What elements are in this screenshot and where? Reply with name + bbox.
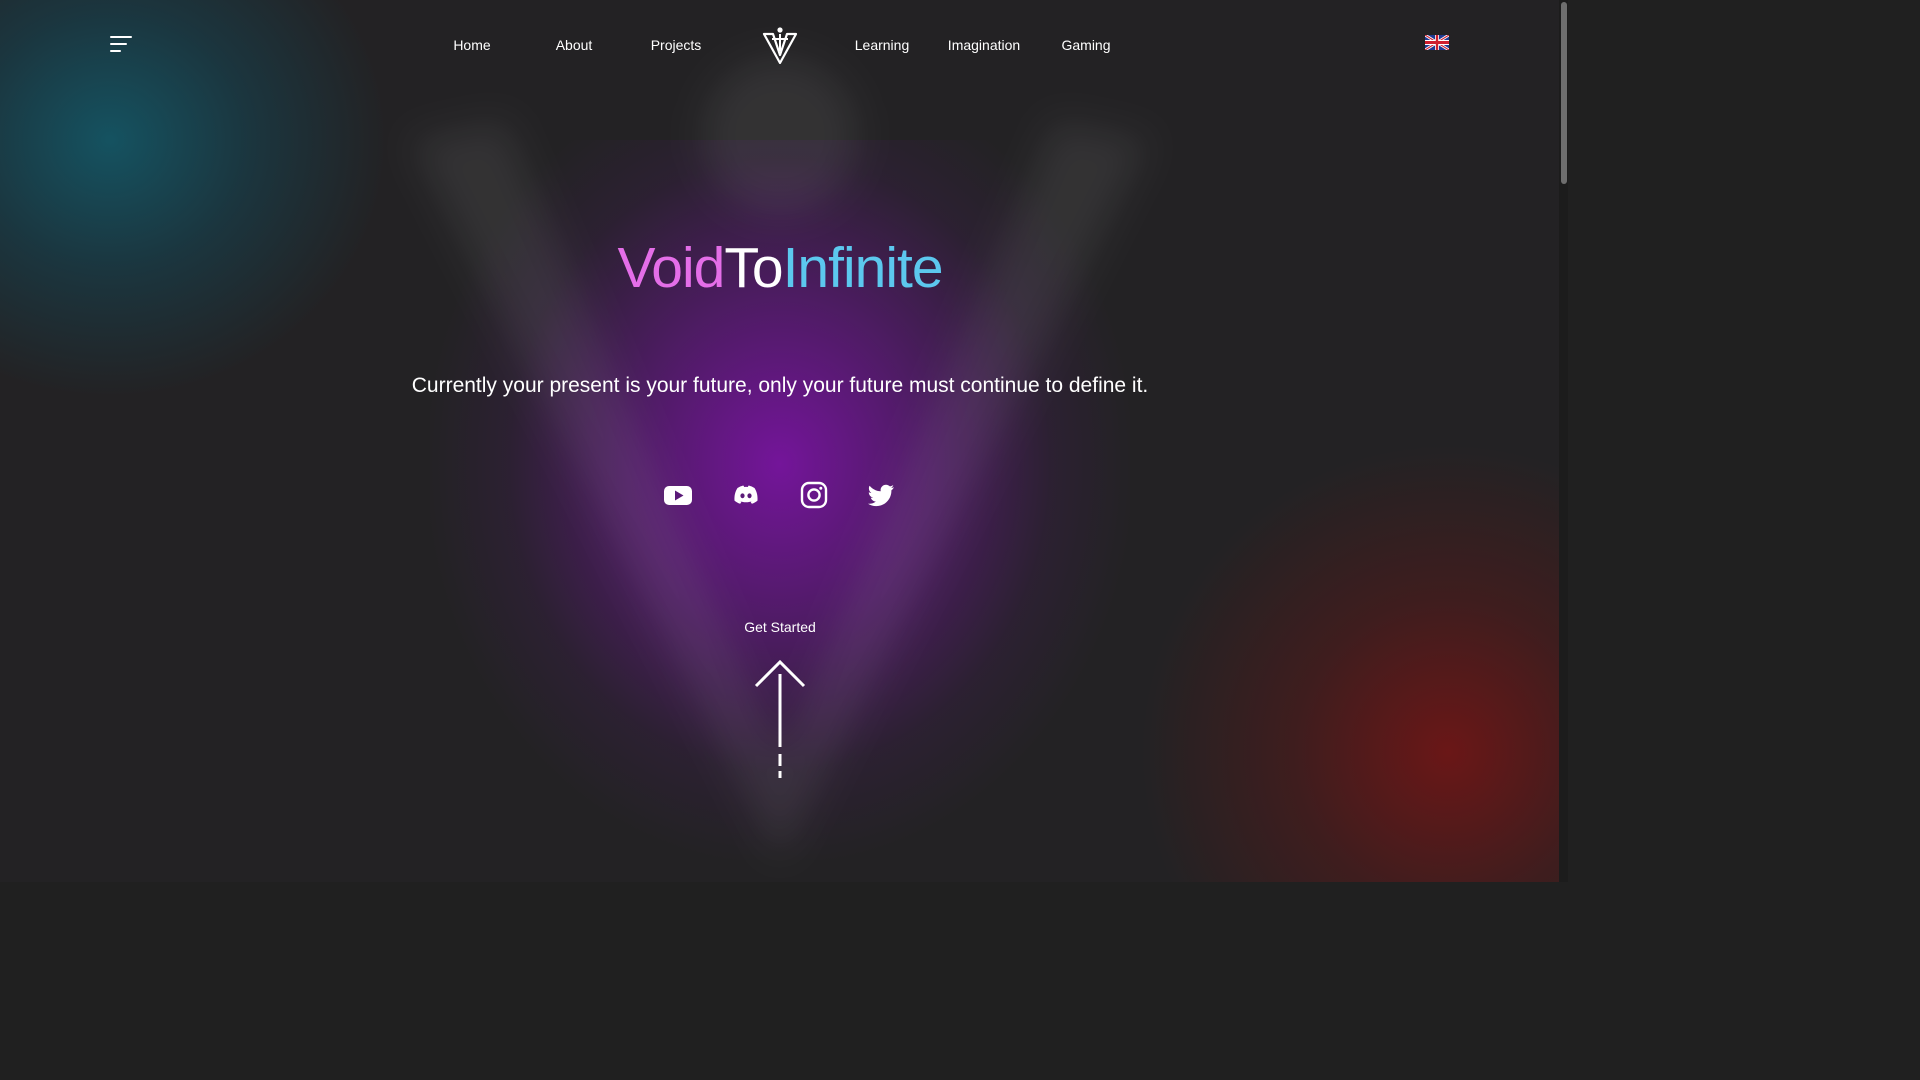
nav-link-imagination[interactable]: Imagination [948, 36, 1020, 54]
teal-background-glow [0, 0, 390, 400]
youtube-icon[interactable] [663, 480, 693, 510]
discord-icon[interactable] [731, 480, 761, 510]
red-background-glow [1138, 442, 1568, 882]
hamburger-menu-icon[interactable] [108, 34, 134, 56]
v-logo-icon[interactable] [762, 26, 798, 64]
twitter-icon[interactable] [866, 480, 896, 510]
uk-flag-icon[interactable] [1425, 35, 1449, 50]
scrollbar[interactable] [1559, 0, 1568, 882]
instagram-icon[interactable] [799, 480, 829, 510]
nav-link-home[interactable]: Home [453, 36, 490, 54]
nav-link-learning[interactable]: Learning [855, 36, 910, 54]
scrollbar-thumb[interactable] [1561, 2, 1567, 184]
hero-title-void: Void [617, 236, 725, 300]
hero-title-to: To [724, 236, 783, 300]
hero-tagline: Currently your present is your future, o… [411, 374, 1149, 397]
landing-page: Home About Projects Learning Imagination… [0, 0, 1568, 882]
nav-link-about[interactable]: About [556, 36, 593, 54]
get-started-link[interactable]: Get Started [744, 619, 816, 635]
hero-title: VoidToInfinite [0, 234, 1560, 302]
up-arrow-icon[interactable] [754, 660, 806, 782]
get-started-label: Get Started [0, 618, 1560, 636]
hero-title-infinite: Infinite [782, 236, 944, 300]
nav-link-gaming[interactable]: Gaming [1061, 36, 1110, 54]
nav-link-projects[interactable]: Projects [651, 36, 702, 54]
